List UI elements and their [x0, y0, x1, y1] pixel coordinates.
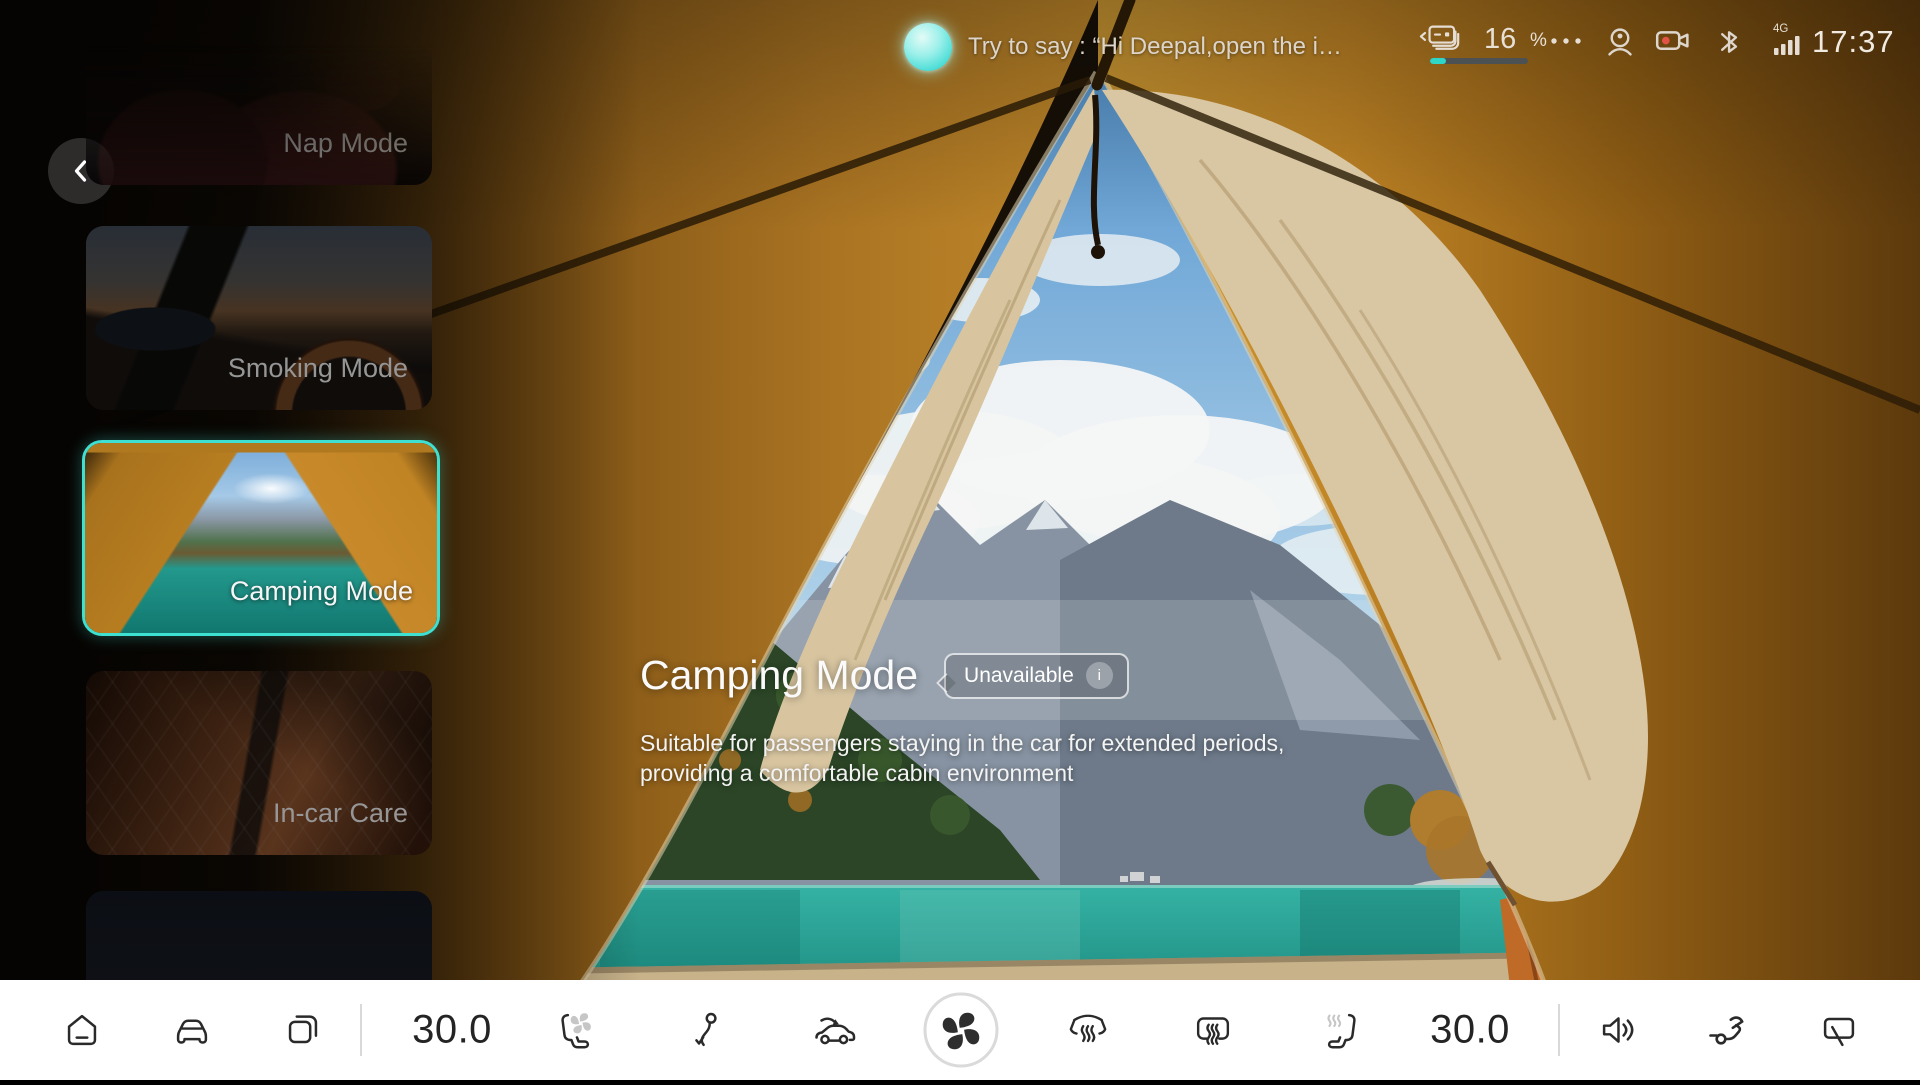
description-line-1: Suitable for passengers staying in the c…	[640, 728, 1284, 758]
network-label: 4G	[1773, 23, 1788, 35]
trunk-button[interactable]	[1704, 1006, 1752, 1054]
mode-card-label: Smoking Mode	[228, 353, 408, 384]
app-switcher-button[interactable]	[280, 1007, 326, 1053]
description-line-2: providing a comfortable cabin environmen…	[640, 758, 1284, 788]
more-ellipsis-icon[interactable]	[1548, 34, 1588, 48]
battery-percent-sign: %	[1530, 30, 1547, 52]
app-switcher-icon	[280, 1007, 326, 1053]
car-icon	[169, 1007, 215, 1053]
vehicle-settings-button[interactable]	[169, 1007, 215, 1053]
page-title: Camping Mode	[640, 652, 918, 699]
fan-button[interactable]	[922, 991, 1000, 1069]
seat-ventilation-icon	[553, 1007, 599, 1053]
front-defrost-icon	[1065, 1007, 1111, 1053]
mode-card-label: Nap Mode	[283, 128, 408, 159]
battery-progress-bar	[1430, 58, 1528, 64]
mode-description: Suitable for passengers staying in the c…	[640, 728, 1284, 788]
voice-assistant-chip[interactable]: Try to say : “Hi Deepal,open the i…	[904, 23, 1342, 71]
mode-card-nap[interactable]: Nap Mode	[86, 1, 432, 185]
trunk-open-icon	[1704, 1006, 1752, 1054]
home-icon	[59, 1007, 105, 1053]
rear-defrost-button[interactable]	[1190, 1007, 1236, 1053]
seat-heating-button[interactable]	[1318, 1007, 1364, 1053]
screen-off-icon	[1816, 1007, 1862, 1053]
battery-percent: 16	[1484, 23, 1516, 56]
air-circulation-button[interactable]	[809, 1006, 857, 1054]
airflow-direction-icon	[683, 1007, 729, 1053]
airflow-direction-button[interactable]	[683, 1007, 729, 1053]
volume-icon	[1595, 1007, 1641, 1053]
battery-progress-fill	[1430, 58, 1446, 64]
signal-bars-icon: 4G	[1770, 18, 1808, 64]
recorder-camera-icon[interactable]	[1650, 19, 1696, 65]
bluetooth-icon[interactable]	[1708, 19, 1752, 65]
volume-button[interactable]	[1595, 1007, 1641, 1053]
profile-camera-icon[interactable]	[1598, 19, 1642, 65]
front-defrost-button[interactable]	[1065, 1007, 1111, 1053]
screen-off-button[interactable]	[1816, 1007, 1862, 1053]
mode-list: Nap Mode Smoking Mode Camping Mode In-ca…	[0, 0, 470, 980]
mode-card-label: Camping Mode	[230, 576, 413, 607]
clock: 17:37	[1812, 24, 1895, 60]
voice-assistant-icon[interactable]	[904, 23, 952, 71]
air-circulation-icon	[809, 1006, 857, 1054]
toolbar-divider	[1558, 1004, 1560, 1056]
mode-card-camping-selected[interactable]: Camping Mode	[82, 440, 440, 636]
status-badge[interactable]: Unavailable i	[944, 653, 1129, 699]
toolbar-divider	[360, 1004, 362, 1056]
bottom-toolbar: 30.0	[0, 980, 1920, 1080]
mode-card-incar-care[interactable]: In-car Care	[86, 671, 432, 855]
voice-hint-text: Try to say : “Hi Deepal,open the i…	[968, 33, 1342, 61]
driver-temperature[interactable]: 30.0	[412, 1008, 492, 1053]
rear-defrost-icon	[1190, 1007, 1236, 1053]
mode-card-smoking[interactable]: Smoking Mode	[86, 226, 432, 410]
home-button[interactable]	[59, 1007, 105, 1053]
passenger-temperature[interactable]: 30.0	[1430, 1008, 1510, 1053]
seat-heating-icon	[1318, 1007, 1364, 1053]
mode-card-label: In-car Care	[273, 798, 408, 829]
battery-status[interactable]: 16 %	[1414, 10, 1564, 72]
status-badge-label: Unavailable	[964, 664, 1074, 688]
info-icon[interactable]: i	[1086, 662, 1113, 689]
seat-ventilation-button[interactable]	[553, 1007, 599, 1053]
fan-icon	[922, 991, 1000, 1069]
battery-stack-icon	[1414, 18, 1476, 58]
